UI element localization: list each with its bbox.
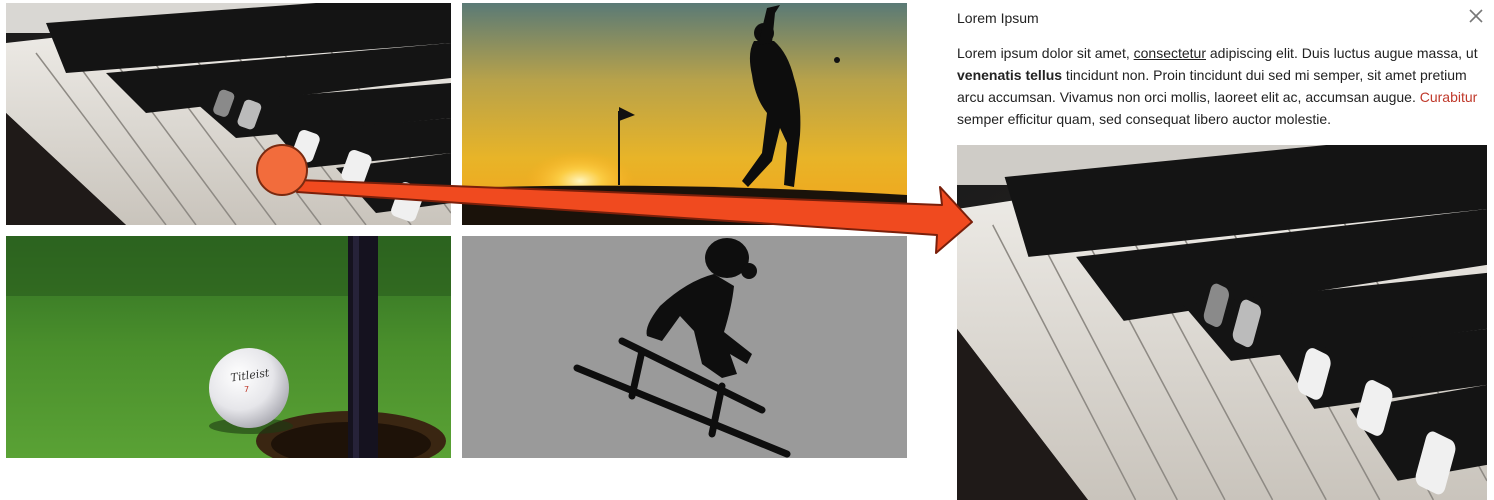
- piano-preview-image: [957, 145, 1487, 500]
- close-button[interactable]: [1467, 7, 1485, 25]
- paragraph-text-4: semper efficitur quam, sed consequat lib…: [957, 111, 1332, 127]
- gallery-tile-sledder[interactable]: [462, 236, 907, 458]
- drop-target-preview[interactable]: [957, 145, 1487, 500]
- paragraph-text-2: adipiscing elit. Duis luctus augue massa…: [1206, 45, 1478, 61]
- svg-text:7: 7: [244, 385, 249, 394]
- piano-image: [6, 3, 451, 225]
- golfer-image: [462, 3, 907, 225]
- gallery-tile-golfer[interactable]: [462, 3, 907, 225]
- stage: Titleist 7 Lorem Ipsum Lorem ipsum dolor…: [0, 0, 1494, 500]
- bold-text: venenatis tellus: [957, 67, 1063, 83]
- sledder-image: [462, 236, 907, 458]
- panel-paragraph: Lorem ipsum dolor sit amet, consectetur …: [957, 42, 1489, 130]
- gallery-tile-golf-ball[interactable]: Titleist 7: [6, 236, 451, 458]
- paragraph-text-1: Lorem ipsum dolor sit amet,: [957, 45, 1134, 61]
- panel-title: Lorem Ipsum: [957, 10, 1039, 26]
- link-curabitur[interactable]: Curabitur: [1420, 89, 1478, 105]
- golf-ball-image: Titleist 7: [6, 236, 451, 458]
- gallery-tile-piano[interactable]: [6, 3, 451, 225]
- detail-panel: Lorem Ipsum Lorem ipsum dolor sit amet, …: [957, 0, 1489, 500]
- link-consectetur[interactable]: consectetur: [1134, 45, 1206, 61]
- close-icon: [1469, 9, 1483, 23]
